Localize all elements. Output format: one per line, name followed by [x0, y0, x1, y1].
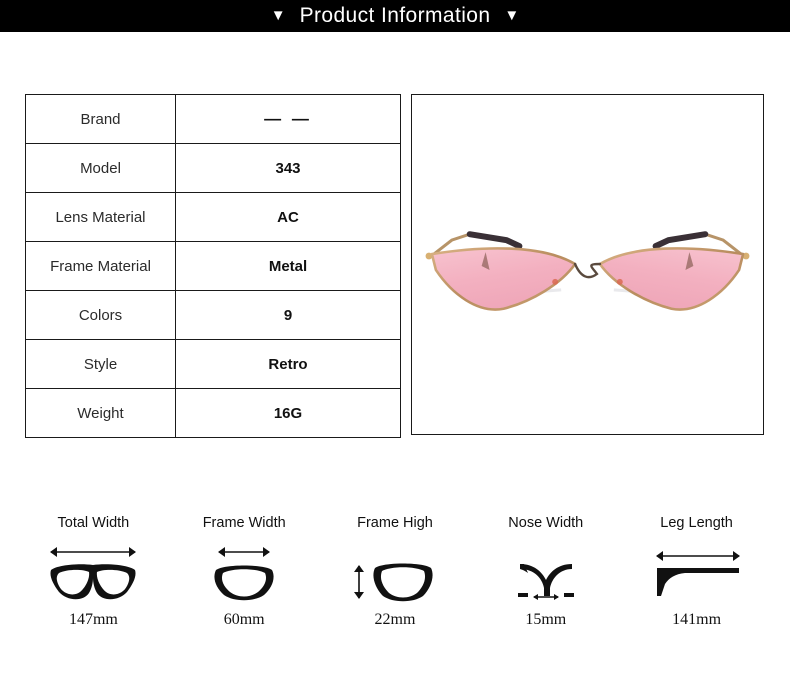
measure-value: 147mm [68, 611, 118, 628]
caret-down-right-icon: ▼ [504, 6, 520, 24]
spec-value-brand: — — [175, 94, 401, 144]
spec-value-colors: 9 [175, 290, 401, 340]
measure-value: 22mm [374, 611, 416, 628]
measure-label: Nose Width [508, 515, 584, 531]
table-row: Colors 9 [25, 290, 401, 340]
table-row: Style Retro [25, 339, 401, 389]
measure-item-nose-width: Nose Width 15mm [473, 515, 619, 629]
measure-label: Frame Width [202, 515, 286, 531]
nose-bridge-icon [494, 537, 598, 607]
spec-value-style: Retro [175, 339, 401, 389]
measure-label: Frame High [357, 515, 433, 531]
measurements-section: Total Width 147mm Frame Width 60mm Frame… [0, 515, 790, 665]
page-title: Product Information [299, 4, 491, 27]
measure-label: Total Width [57, 515, 130, 531]
measure-item-frame-width: Frame Width 60mm [171, 515, 317, 629]
page-header: ▼ Product Information ▼ [0, 0, 790, 32]
table-row: Brand — — [25, 94, 401, 144]
measure-value: 15mm [525, 611, 567, 628]
single-lens-height-icon [343, 537, 447, 607]
measure-item-total-width: Total Width 147mm [20, 515, 166, 629]
spec-label-style: Style [25, 339, 176, 389]
table-row: Frame Material Metal [25, 241, 401, 291]
single-lens-width-icon [192, 537, 296, 607]
full-glasses-icon [41, 537, 145, 607]
spec-value-model: 343 [175, 143, 401, 193]
spec-label-model: Model [25, 143, 176, 193]
table-row: Lens Material AC [25, 192, 401, 242]
sunglasses-product-image [412, 95, 763, 434]
product-image-panel [411, 94, 764, 435]
spec-label-frame-material: Frame Material [25, 241, 176, 291]
temple-arm-icon [645, 537, 749, 607]
spec-label-colors: Colors [25, 290, 176, 340]
measure-value: 141mm [672, 611, 722, 628]
spec-label-brand: Brand [25, 94, 176, 144]
measure-value: 60mm [223, 611, 265, 628]
spec-label-lens-material: Lens Material [25, 192, 176, 242]
table-row: Model 343 [25, 143, 401, 193]
caret-down-left-icon: ▼ [270, 6, 286, 24]
spec-label-weight: Weight [25, 388, 176, 438]
measure-label: Leg Length [660, 515, 733, 531]
measure-item-frame-high: Frame High 22mm [322, 515, 468, 629]
product-spec-table: Brand — — Model 343 Lens Material AC Fra… [25, 94, 401, 438]
spec-value-frame-material: Metal [175, 241, 401, 291]
measure-item-leg-length: Leg Length 141mm [624, 515, 770, 629]
spec-value-lens-material: AC [175, 192, 401, 242]
spec-value-weight: 16G [175, 388, 401, 438]
table-row: Weight 16G [25, 388, 401, 438]
